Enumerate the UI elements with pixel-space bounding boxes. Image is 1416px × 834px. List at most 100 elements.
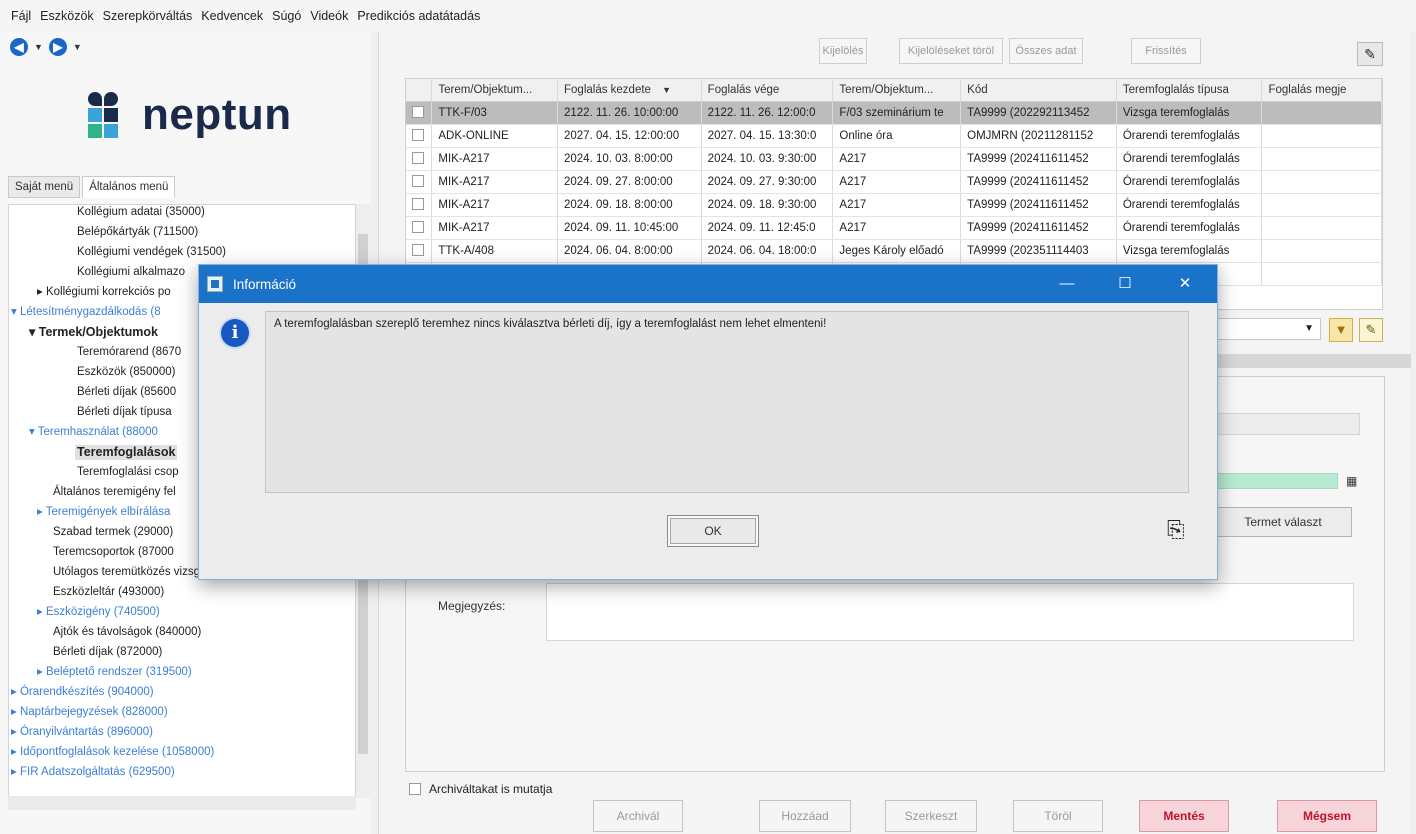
header-type[interactable]: Teremfoglalás típusa xyxy=(1116,79,1263,102)
detail-field[interactable] xyxy=(1210,413,1360,435)
tree-item[interactable]: ▸ Órarendkészítés (904000) xyxy=(11,685,154,700)
menu-tools[interactable]: Eszközök xyxy=(39,7,95,25)
menu-file[interactable]: Fájl xyxy=(10,7,32,25)
minimize-icon[interactable]: — xyxy=(1039,265,1095,303)
tree-item[interactable]: ▾ Termek/Objektumok xyxy=(29,325,158,340)
row-checkbox[interactable] xyxy=(412,221,424,234)
tree-item[interactable]: ▾ Teremhasználat (88000 xyxy=(29,425,158,440)
archive-button[interactable]: Archivál xyxy=(593,800,683,832)
tree-item[interactable]: ▸ Kollégiumi korrekciós po xyxy=(37,285,171,300)
cell: 2024. 10. 03. 9:30:00 xyxy=(701,147,834,171)
table-row[interactable]: MIK-A217 2024. 09. 11. 10:45:00 2024. 09… xyxy=(406,216,1382,240)
row-checkbox[interactable] xyxy=(412,106,424,119)
delete-button[interactable]: Töröl xyxy=(1013,800,1103,832)
message-scrollbar[interactable] xyxy=(1174,314,1186,490)
calendar-icon[interactable]: ▦ xyxy=(1346,473,1362,489)
tree-item[interactable]: Kollégiumi alkalmazo xyxy=(77,265,185,280)
ok-button[interactable]: OK xyxy=(667,515,759,547)
forward-dropdown-icon[interactable]: ▼ xyxy=(73,42,82,52)
tree-item[interactable]: ▸ Időpontfoglalások kezelése (1058000) xyxy=(11,745,214,760)
tree-item[interactable]: Bérleti díjak (85600 xyxy=(77,385,176,400)
table-row[interactable]: MIK-A217 2024. 09. 27. 8:00:00 2024. 09.… xyxy=(406,170,1382,194)
pin-icon[interactable]: ✎ xyxy=(1357,42,1383,66)
select-room-button[interactable]: Termet választ xyxy=(1214,507,1352,537)
edit-button[interactable]: Szerkeszt xyxy=(885,800,977,832)
cell: 2024. 06. 04. 8:00:00 xyxy=(557,239,702,263)
copy-icon[interactable]: ⎘ xyxy=(1167,515,1193,545)
note-field[interactable] xyxy=(546,583,1354,641)
tree-item[interactable]: ▸ Beléptető rendszer (319500) xyxy=(37,665,192,680)
tree-item[interactable]: ▸ Eszközigény (740500) xyxy=(37,605,160,620)
menu-videos[interactable]: Videók xyxy=(309,7,349,25)
navigation-buttons: ◀ ▼ ▶ ▼ xyxy=(10,38,82,56)
tree-horizontal-scrollbar[interactable] xyxy=(8,796,356,810)
tree-item[interactable]: Teremcsoportok (87000 xyxy=(53,545,174,560)
back-dropdown-icon[interactable]: ▼ xyxy=(34,42,43,52)
menu-role-switch[interactable]: Szerepkörváltás xyxy=(102,7,194,25)
add-button[interactable]: Hozzáad xyxy=(759,800,851,832)
cell xyxy=(1261,124,1382,148)
row-checkbox[interactable] xyxy=(412,244,424,257)
tree-item[interactable]: ▸ Óranyilvántartás (896000) xyxy=(11,725,153,740)
tree-item[interactable]: Teremórarend (8670 xyxy=(77,345,181,360)
save-button[interactable]: Mentés xyxy=(1139,800,1229,832)
tree-item[interactable]: Szabad termek (29000) xyxy=(53,525,173,540)
table-row[interactable]: MIK-A217 2024. 09. 18. 8:00:00 2024. 09.… xyxy=(406,193,1382,217)
tree-item-selected[interactable]: Teremfoglalások xyxy=(75,445,178,460)
archived-checkbox[interactable] xyxy=(409,783,421,795)
menu-prediction-export[interactable]: Predikciós adatátadás xyxy=(356,7,481,25)
header-start[interactable]: Foglalás kezdete ▼ xyxy=(557,79,702,102)
row-checkbox[interactable] xyxy=(412,129,424,142)
table-row[interactable]: MIK-A217 2024. 10. 03. 8:00:00 2024. 10.… xyxy=(406,147,1382,171)
menu-favorites[interactable]: Kedvencek xyxy=(200,7,264,25)
header-room-name[interactable]: Terem/Objektum... xyxy=(832,79,962,102)
tree-item[interactable]: Bérleti díjak (872000) xyxy=(53,645,162,660)
note-label: Megjegyzés: xyxy=(438,599,506,613)
tree-item[interactable]: Teremfoglalási csop xyxy=(77,465,179,480)
archived-toggle[interactable]: Archiváltakat is mutatja xyxy=(409,782,552,796)
refresh-button[interactable]: Frissítés xyxy=(1131,38,1201,64)
tab-general-menu[interactable]: Általános menü xyxy=(82,176,176,198)
clear-selections-button[interactable]: Kijelöléseket töröl xyxy=(899,38,1003,64)
row-checkbox[interactable] xyxy=(412,152,424,165)
view-select[interactable]: ▼ xyxy=(1213,318,1321,340)
table-row[interactable]: TTK-A/408 2024. 06. 04. 8:00:00 2024. 06… xyxy=(406,239,1382,263)
tree-item[interactable]: ▸ FIR Adatszolgáltatás (629500) xyxy=(11,765,175,780)
tree-item[interactable]: ▸ Naptárbejegyzések (828000) xyxy=(11,705,168,720)
tree-item[interactable]: ▾ Létesítménygazdálkodás (8 xyxy=(11,305,161,320)
row-checkbox[interactable] xyxy=(412,198,424,211)
filter-icon[interactable]: ▼ xyxy=(1329,318,1353,342)
dialog-title-bar[interactable]: Információ — ☐ ✕ xyxy=(199,265,1217,303)
tree-item[interactable]: Eszközök (850000) xyxy=(77,365,175,380)
close-icon[interactable]: ✕ xyxy=(1157,265,1213,303)
cell: Jeges Károly előadó xyxy=(832,239,962,263)
menu-bar: Fájl Eszközök Szerepkörváltás Kedvencek … xyxy=(0,0,1416,32)
header-code[interactable]: Kód xyxy=(960,79,1117,102)
maximize-icon[interactable]: ☐ xyxy=(1097,265,1153,303)
table-row[interactable]: ADK-ONLINE 2027. 04. 15. 12:00:00 2027. … xyxy=(406,124,1382,148)
edit-icon[interactable]: ✎ xyxy=(1359,318,1383,342)
date-field[interactable] xyxy=(1210,473,1338,489)
tree-item[interactable]: ▸ Teremigények elbírálása xyxy=(37,505,170,520)
tree-item[interactable]: Kollégiumi vendégek (31500) xyxy=(77,245,226,260)
select-button[interactable]: Kijelölés xyxy=(819,38,867,64)
header-end[interactable]: Foglalás vége xyxy=(701,79,834,102)
tree-item[interactable]: Bérleti díjak típusa xyxy=(77,405,172,420)
menu-help[interactable]: Súgó xyxy=(271,7,302,25)
all-data-button[interactable]: Összes adat xyxy=(1009,38,1083,64)
tree-item[interactable]: Kollégium adatai (35000) xyxy=(77,205,205,220)
tree-item[interactable]: Belépőkártyák (711500) xyxy=(77,225,198,240)
tree-item[interactable]: Általános teremigény fel xyxy=(53,485,176,500)
forward-icon[interactable]: ▶ xyxy=(48,38,67,56)
cancel-button[interactable]: Mégsem xyxy=(1277,800,1377,832)
back-icon[interactable]: ◀ xyxy=(10,38,28,56)
header-room[interactable]: Terem/Objektum... xyxy=(431,79,558,102)
table-row[interactable]: TTK-F/03 2122. 11. 26. 10:00:00 2122. 11… xyxy=(406,101,1382,125)
cell: TTK-F/03 xyxy=(431,101,558,125)
cell: 2122. 11. 26. 10:00:00 xyxy=(557,101,702,125)
row-checkbox[interactable] xyxy=(412,175,424,188)
tree-item[interactable]: Ajtók és távolságok (840000) xyxy=(53,625,201,640)
tree-item[interactable]: Eszközleltár (493000) xyxy=(53,585,164,600)
header-note[interactable]: Foglalás megje xyxy=(1261,79,1382,102)
tab-own-menu[interactable]: Saját menü xyxy=(8,176,81,198)
